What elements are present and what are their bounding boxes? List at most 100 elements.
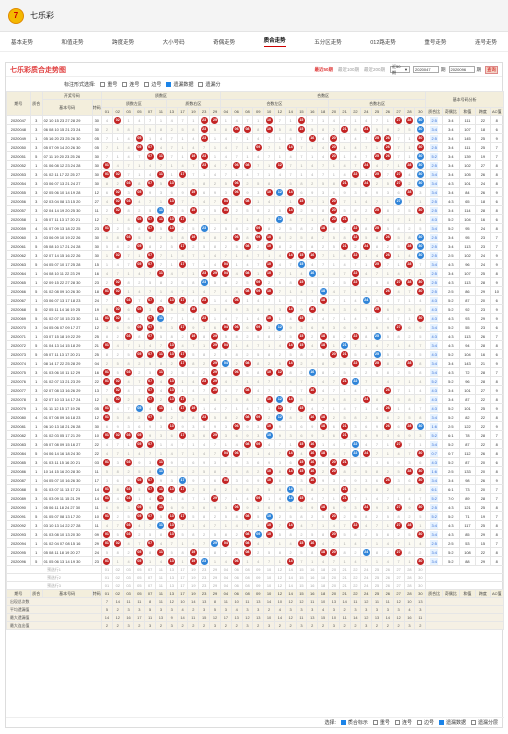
forecast-cell[interactable]: 21 [338,573,351,582]
forecast-cell[interactable]: 02 [111,565,124,574]
forecast-cell[interactable]: 12 [273,565,286,574]
forecast-cell[interactable]: 16 [306,581,319,590]
footer-checkbox[interactable] [372,720,378,725]
forecast-cell[interactable]: 12 [273,573,286,582]
forecast-cell[interactable]: 22 [349,581,362,590]
forecast-cell[interactable]: 24 [360,573,373,582]
nav-item[interactable]: 和值走势 [62,38,84,46]
from-period-input[interactable]: 2020047 [413,66,439,73]
forecast-cell[interactable]: 14 [284,581,297,590]
forecast-cell[interactable]: 30 [414,581,427,590]
forecast-cell[interactable]: 02 [111,573,124,582]
forecast-cell[interactable]: 19 [187,573,200,582]
forecast-cell[interactable]: 02 [111,581,124,590]
period-select[interactable]: 近50期 ▼ [390,64,410,75]
forecast-cell[interactable]: 28 [403,565,416,574]
forecast-cell[interactable]: 16 [306,565,319,574]
forecast-cell[interactable]: 05 [133,565,146,574]
nav-item[interactable]: 基本走势 [11,38,33,46]
forecast-cell[interactable]: 23 [198,573,211,582]
forecast-cell[interactable]: 01 [101,581,113,590]
option-checkbox[interactable] [144,81,150,87]
nav-item[interactable]: 重号走势 [424,38,446,46]
to-period-input[interactable]: 2020096 [448,66,475,73]
forecast-cell[interactable]: 22 [349,565,362,574]
forecast-cell[interactable]: 22 [349,573,362,582]
nav-item[interactable]: 奇偶走势 [213,38,235,46]
forecast-cell[interactable]: 19 [187,565,200,574]
forecast-cell[interactable]: 13 [165,581,178,590]
forecast-cell[interactable]: 10 [263,573,275,582]
nav-item[interactable]: 质合走势 [263,36,286,47]
footer-checkbox[interactable] [416,720,422,725]
forecast-cell[interactable]: 10 [263,565,275,574]
forecast-cell[interactable]: 21 [338,581,351,590]
forecast-cell[interactable]: 09 [252,573,265,582]
forecast-cell[interactable]: 15 [295,565,308,574]
forecast-cell[interactable]: 26 [381,581,394,590]
forecast-cell[interactable]: 12 [273,581,286,590]
forecast-cell[interactable]: 03 [122,565,135,574]
forecast-cell[interactable]: 08 [241,565,254,574]
forecast-cell[interactable]: 20 [327,581,340,590]
footer-checkbox[interactable] [470,720,476,725]
forecast-cell[interactable]: 23 [198,565,211,574]
forecast-cell[interactable]: 18 [317,573,329,582]
forecast-cell[interactable]: 04 [219,565,232,574]
forecast-cell[interactable]: 27 [392,565,405,574]
forecast-cell[interactable]: 03 [122,573,135,582]
forecast-cell[interactable]: 13 [165,573,178,582]
forecast-cell[interactable]: 07 [144,573,157,582]
forecast-cell[interactable]: 17 [176,581,189,590]
forecast-row[interactable]: 预选行3 01 02 03 05 07 11 13 17 19 23 29 04 06 08 09 10 12 14… [5,581,504,590]
forecast-cell[interactable]: 07 [144,581,157,590]
forecast-cell[interactable]: 05 [133,573,146,582]
forecast-cell[interactable]: 27 [392,581,405,590]
forecast-cell[interactable]: 16 [306,573,319,582]
forecast-cell[interactable]: 17 [176,565,189,574]
forecast-cell[interactable]: 25 [371,573,383,582]
forecast-cell[interactable]: 04 [219,581,232,590]
forecast-cell[interactable]: 20 [327,573,340,582]
option-checkbox[interactable] [100,81,106,87]
forecast-cell[interactable]: 14 [284,573,297,582]
footer-checkbox[interactable] [340,720,346,725]
forecast-cell[interactable]: 23 [198,581,211,590]
forecast-cell[interactable]: 21 [338,565,351,574]
forecast-cell[interactable]: 08 [241,581,254,590]
forecast-cell[interactable]: 27 [392,573,405,582]
nav-item[interactable]: 连号走势 [475,38,497,46]
forecast-cell[interactable]: 28 [403,573,416,582]
recent-200-link[interactable]: 最近200期 [364,67,385,73]
forecast-cell[interactable]: 01 [101,565,113,574]
forecast-cell[interactable]: 25 [371,581,383,590]
forecast-cell[interactable]: 08 [241,573,254,582]
nav-item[interactable]: 012路走势 [370,38,396,46]
query-button[interactable]: 查询 [485,65,498,74]
forecast-row[interactable]: 预选行2 01 02 03 05 07 11 13 17 19 23 29 04 06 08 09 10 12 14… [5,573,504,582]
forecast-cell[interactable]: 11 [155,581,167,590]
recent-50-link[interactable]: 最近50期 [314,67,333,73]
forecast-cell[interactable]: 20 [327,565,340,574]
forecast-cell[interactable]: 29 [209,573,221,582]
nav-item[interactable]: 跨度走势 [112,38,134,46]
forecast-cell[interactable]: 24 [360,581,373,590]
footer-checkbox[interactable] [438,720,444,725]
forecast-cell[interactable]: 15 [295,573,308,582]
forecast-cell[interactable]: 30 [414,573,427,582]
forecast-cell[interactable]: 09 [252,565,265,574]
nav-item[interactable]: 五分区走势 [314,38,342,46]
forecast-row[interactable]: 预选行1 01 02 03 05 07 11 13 17 19 23 29 04 06 08 09 10 12 14… [5,565,504,574]
forecast-cell[interactable]: 11 [155,565,167,574]
forecast-cell[interactable]: 15 [295,581,308,590]
forecast-cell[interactable]: 06 [230,573,243,582]
forecast-cell[interactable]: 04 [219,573,232,582]
forecast-cell[interactable]: 01 [101,573,113,582]
option-checkbox[interactable] [198,81,204,87]
forecast-cell[interactable]: 29 [209,565,221,574]
forecast-cell[interactable]: 06 [230,581,243,590]
forecast-cell[interactable]: 05 [133,581,146,590]
forecast-cell[interactable]: 30 [414,565,427,574]
forecast-cell[interactable]: 18 [317,581,329,590]
forecast-cell[interactable]: 10 [263,581,275,590]
